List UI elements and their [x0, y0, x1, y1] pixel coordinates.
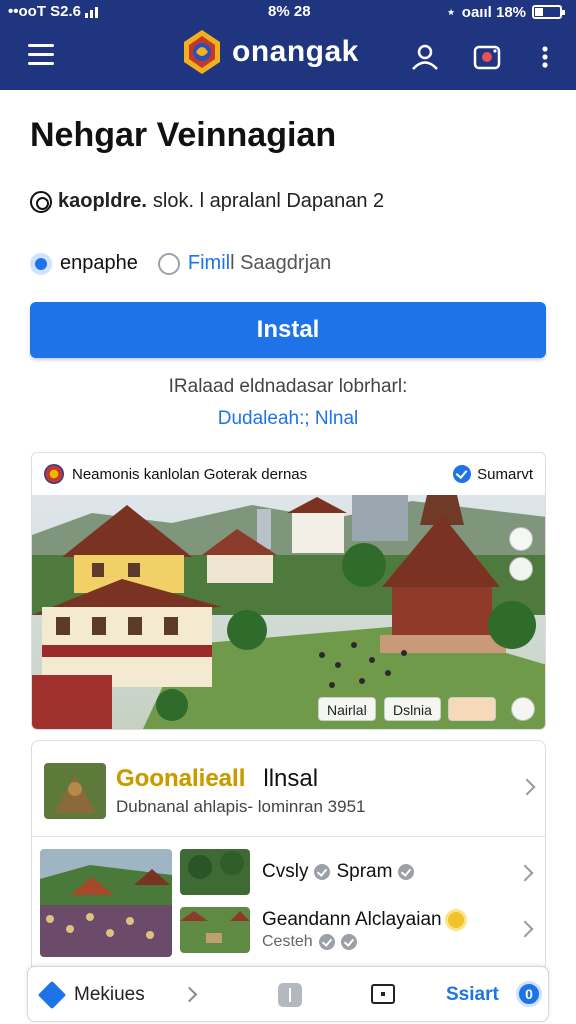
photo-share-icon[interactable] — [509, 527, 533, 551]
top-bar: ••ooT S2.6 8% 28 ⋆ oaııl 18% onangak — [0, 0, 576, 90]
photo-image[interactable]: Nairlal Dslnia — [32, 495, 545, 729]
list-item-row2-line2[interactable]: Geandann Alclayaian — [262, 909, 464, 931]
list-item[interactable]: Goonalieall llnsal Dubnanal ahlapis- lomi… — [32, 741, 545, 837]
radio-selected-icon[interactable] — [30, 252, 52, 275]
start-button[interactable]: Ssiart — [446, 984, 499, 1006]
option-selected-label: enpaphe — [60, 252, 138, 274]
photo-card-badge[interactable]: Sumarvt — [477, 466, 533, 483]
brand-mark-icon — [184, 30, 220, 74]
verified-icon — [453, 465, 472, 483]
meta-info: slok. l apralanl Dapanan 2 — [152, 190, 385, 212]
list-item-title-gold: Goonalieall — [116, 765, 246, 792]
sun-icon — [447, 912, 464, 928]
battery-text: oaııl 18% — [461, 3, 526, 21]
bottom-left-label[interactable]: Mekiues — [74, 984, 145, 1006]
photo-chip[interactable]: Dslnia — [384, 697, 441, 721]
camera-icon[interactable] — [472, 42, 502, 72]
list-item-row2-line3-text: Cesteh — [262, 933, 313, 950]
list-item-title: Goonalieall llnsal — [116, 765, 318, 793]
check-icon — [314, 864, 331, 880]
screen-icon[interactable] — [371, 984, 395, 1004]
status-bar: ••ooT S2.6 8% 28 ⋆ oaııl 18% — [0, 0, 576, 24]
photo-chip[interactable]: Nairlal — [318, 697, 376, 721]
option-other-highlight: Fimil — [187, 252, 231, 274]
brand-logo[interactable]: onangak — [180, 28, 359, 76]
check-icon — [398, 864, 415, 880]
brand-name: onangak — [232, 35, 359, 68]
account-icon[interactable] — [410, 42, 440, 72]
bookmark-icon[interactable] — [278, 983, 302, 1007]
bluetooth-icon: ⋆ — [446, 4, 456, 21]
chevron-right-icon[interactable] — [516, 920, 534, 938]
list-item-row2-line3: Cesteh — [262, 933, 357, 951]
courtyard-thumbnail — [180, 907, 250, 953]
chevron-right-icon[interactable] — [518, 778, 536, 796]
list-item-row2-title[interactable]: Cvsly Spram — [262, 861, 415, 883]
list-thumbnail-small[interactable] — [180, 907, 250, 953]
list-item-row2-line2-text: Geandann Alclayaian — [262, 909, 442, 930]
carrier-text: ••ooT S2.6 — [8, 3, 82, 20]
list-item-subtitle: Dubnanal ahlapis- lominran 3951 — [116, 797, 366, 816]
check-icon — [340, 934, 357, 950]
count-badge[interactable]: 0 — [516, 981, 542, 1007]
more-vert-icon[interactable] — [530, 42, 560, 72]
photo-card-title: Neamonis kanlolan Goterak dernas — [72, 465, 308, 483]
navigation-icon[interactable] — [37, 980, 67, 1010]
option-other[interactable]: Fimill Saagdrjan — [157, 252, 332, 275]
page-title: Nehgar Veinnagian — [30, 116, 337, 154]
app-meta: kaopldre. slok. l apralanl Dapanan 2 — [30, 190, 384, 213]
status-time: 8% 28 — [268, 3, 311, 20]
radio-unselected-icon[interactable] — [157, 252, 180, 275]
battery-icon — [532, 5, 565, 19]
option-other-rest: l Saagdrjan — [230, 252, 332, 274]
option-selected[interactable]: enpaphe — [30, 252, 138, 275]
list-thumbnail — [44, 763, 106, 819]
check-icon — [318, 934, 335, 950]
crest-icon — [44, 464, 64, 484]
photo-card[interactable]: Neamonis kanlolan Goterak dernas Sumarvt — [31, 452, 546, 730]
photo-action-icon[interactable] — [511, 697, 535, 721]
list-item-title-rest: llnsal — [263, 765, 319, 792]
landscape-thumbnail — [180, 849, 250, 895]
install-note: IRalaad eldnadasar lobrharl: — [168, 376, 408, 397]
content-list: Goonalieall llnsal Dubnanal ahlapis- lomi… — [31, 740, 546, 972]
menu-icon[interactable] — [28, 44, 54, 66]
chevron-right-icon[interactable] — [516, 864, 534, 882]
bottom-bar: Mekiues Ssiart 0 — [27, 966, 549, 1022]
option-group: enpaphe Fimill Saagdrjan — [30, 252, 331, 275]
meta-developer[interactable]: kaopldre. — [58, 190, 147, 213]
photo-card-header: Neamonis kanlolan Goterak dernas Sumarvt — [32, 453, 545, 495]
app-bar: onangak — [0, 28, 576, 86]
signal-icon — [85, 6, 99, 18]
list-thumbnail-small[interactable] — [180, 849, 250, 895]
list-item-row2-name: Cvsly — [262, 861, 309, 882]
photo-chip-badge[interactable] — [448, 697, 496, 721]
chevron-right-icon[interactable] — [181, 986, 198, 1003]
install-note-link[interactable]: Dudaleah:; Nlnal — [0, 408, 576, 430]
photo-illustration — [32, 495, 545, 729]
list-thumbnail-large[interactable] — [40, 849, 172, 957]
developer-icon — [30, 190, 52, 213]
install-button[interactable]: Instal — [30, 302, 546, 358]
list-item-row2-tag: Spram — [336, 861, 393, 882]
photo-save-icon[interactable] — [509, 557, 533, 581]
statue-thumbnail — [44, 763, 106, 819]
festival-thumbnail — [40, 849, 172, 957]
